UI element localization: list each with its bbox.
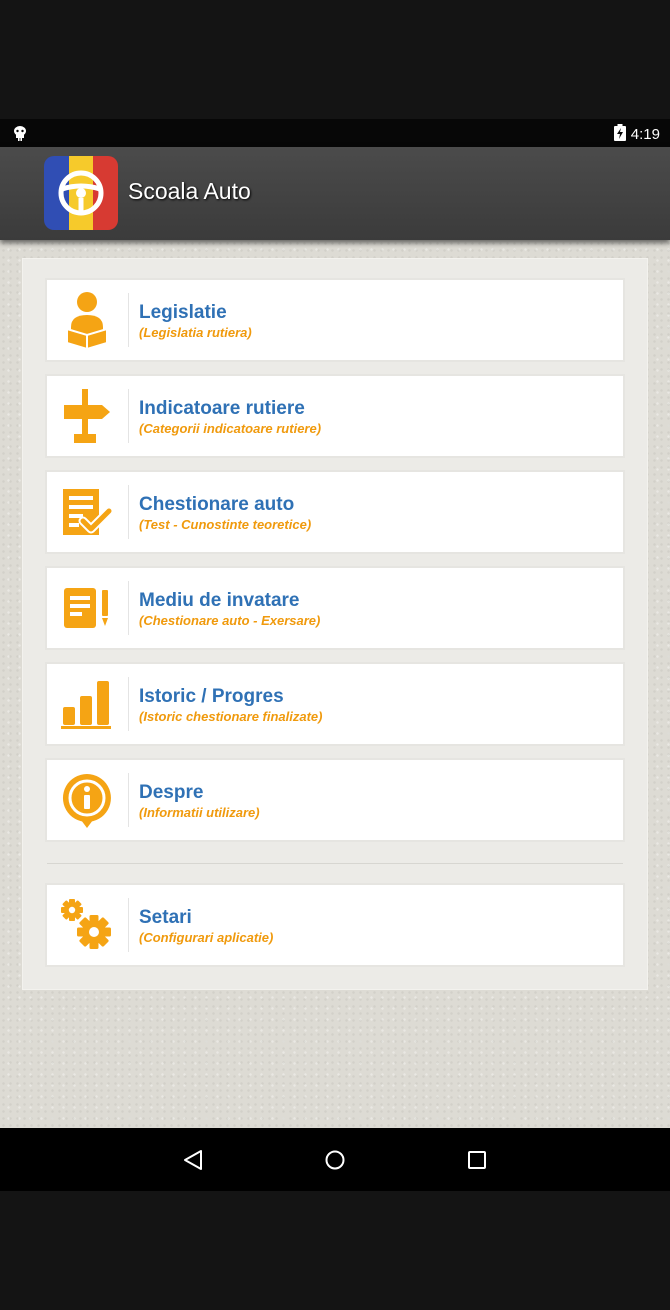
steering-wheel-romanian-flag-logo[interactable] (44, 156, 118, 230)
menu-item-setari[interactable]: Setari (Configurari aplicatie) (45, 883, 625, 967)
menu-item-title: Legislatie (139, 302, 227, 323)
item-divider (128, 485, 129, 539)
app-title: Scoala Auto (128, 178, 251, 204)
menu-item-title: Mediu de invatare (139, 590, 300, 611)
back-icon[interactable] (177, 1144, 209, 1176)
document-exclamation-icon (47, 568, 127, 648)
menu-item-chestionare-auto[interactable]: Chestionare auto (Test - Cunostinte teor… (45, 470, 625, 554)
item-divider (128, 389, 129, 443)
status-time: 4:19 (630, 126, 660, 143)
menu-panel: Legislatie (Legislatia rutiera) Indicato… (22, 258, 648, 990)
menu-item-subtitle: (Informatii utilizare) (139, 805, 260, 820)
menu-item-subtitle: (Test - Cunostinte teoretice) (139, 517, 312, 532)
menu-item-title: Indicatoare rutiere (139, 398, 305, 419)
menu-item-despre[interactable]: Despre (Informatii utilizare) (45, 758, 625, 842)
status-bar: 4:19 (0, 119, 670, 147)
menu-item-legislatie[interactable]: Legislatie (Legislatia rutiera) (45, 278, 625, 362)
item-divider (128, 581, 129, 635)
home-icon[interactable] (319, 1144, 351, 1176)
menu-item-title: Setari (139, 907, 192, 928)
menu-item-subtitle: (Categorii indicatoare rutiere) (139, 421, 322, 436)
menu-item-subtitle: (Configurari aplicatie) (139, 930, 274, 945)
menu-item-title: Chestionare auto (139, 494, 295, 515)
menu-item-title: Istoric / Progres (139, 686, 284, 707)
menu-item-subtitle: (Legislatia rutiera) (139, 325, 252, 340)
android-debug-icon (13, 125, 27, 146)
menu-separator (47, 863, 623, 864)
menu-item-indicatoare-rutiere[interactable]: Indicatoare rutiere (Categorii indicatoa… (45, 374, 625, 458)
person-reading-book-icon (47, 280, 127, 360)
battery-charging-icon (613, 124, 626, 145)
gears-icon (47, 885, 127, 965)
item-divider (128, 773, 129, 827)
action-bar: Scoala Auto (0, 147, 670, 240)
road-signpost-icon (47, 376, 127, 456)
menu-item-istoric-progres[interactable]: Istoric / Progres (Istoric chestionare f… (45, 662, 625, 746)
info-icon (47, 760, 127, 840)
bar-chart-icon (47, 664, 127, 744)
menu-item-mediu-de-invatare[interactable]: Mediu de invatare (Chestionare auto - Ex… (45, 566, 625, 650)
menu-item-subtitle: (Chestionare auto - Exersare) (139, 613, 321, 628)
recents-icon[interactable] (461, 1144, 493, 1176)
item-divider (128, 677, 129, 731)
checklist-icon (47, 472, 127, 552)
main-content: Legislatie (Legislatia rutiera) Indicato… (0, 240, 670, 1128)
menu-item-title: Despre (139, 782, 204, 803)
navigation-bar (0, 1128, 670, 1191)
item-divider (128, 293, 129, 347)
item-divider (128, 898, 129, 952)
menu-item-subtitle: (Istoric chestionare finalizate) (139, 709, 323, 724)
